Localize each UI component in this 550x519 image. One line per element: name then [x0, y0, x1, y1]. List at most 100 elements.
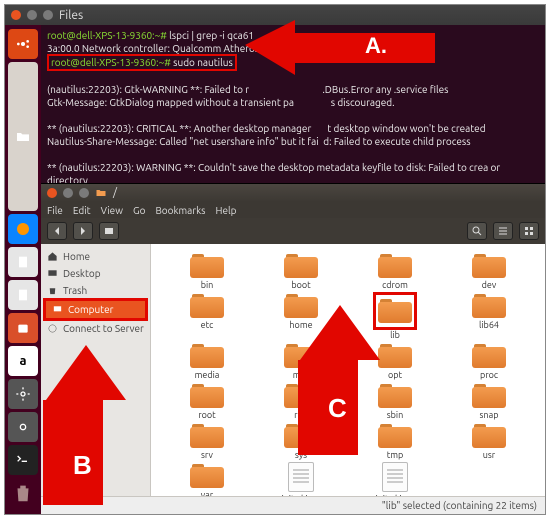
close-icon[interactable]: [11, 10, 21, 20]
folder-label: boot: [291, 280, 310, 290]
sidebar-item-computer[interactable]: Computer: [46, 301, 145, 318]
folder-label: opt: [388, 370, 402, 380]
file-item[interactable]: initrd.img: [255, 462, 347, 496]
software-icon[interactable]: [8, 313, 38, 343]
places-sidebar: Home Desktop Trash Computer Connect to S…: [41, 244, 151, 496]
annotation-box-command: root@dell-XPS-13-9360:~# sudo nautilus: [47, 54, 237, 71]
folder-icon: [284, 252, 318, 278]
menu-help[interactable]: Help: [216, 205, 237, 216]
search-button[interactable]: [467, 222, 487, 240]
file-label: initrd.img: [281, 494, 320, 496]
window-titlebar: Files: [5, 5, 545, 25]
close-icon[interactable]: [47, 188, 57, 198]
folder-item[interactable]: srv: [161, 422, 253, 460]
folder-item[interactable]: home: [255, 292, 347, 340]
folder-icon: [472, 292, 506, 318]
folder-label: sbin: [387, 410, 404, 420]
folder-item[interactable]: boot: [255, 252, 347, 290]
folder-item[interactable]: opt: [349, 342, 441, 380]
sidebar-item-home[interactable]: Home: [41, 248, 150, 265]
folder-label: snap: [480, 410, 499, 420]
folder-icon: [190, 292, 224, 318]
folder-label: bin: [201, 280, 214, 290]
dash-icon[interactable]: [8, 29, 38, 59]
sidebar-item-trash[interactable]: Trash: [41, 282, 150, 299]
maximize-icon[interactable]: [43, 10, 53, 20]
amazon-icon[interactable]: a: [8, 346, 38, 376]
maximize-icon[interactable]: [79, 188, 89, 198]
folder-item[interactable]: cdrom: [349, 252, 441, 290]
folder-label: dev: [482, 280, 497, 290]
folder-label: media: [195, 370, 220, 380]
folder-icon: [378, 422, 412, 448]
sidebar-item-connect[interactable]: Connect to Server: [41, 320, 150, 337]
terminal-output: root@dell-XPS-13-9360:~# lspci | grep -i…: [41, 25, 545, 183]
file-label: initrd.img: [375, 494, 414, 496]
folder-label: usr: [483, 450, 495, 460]
file-item[interactable]: initrd.img: [349, 462, 441, 496]
folder-item[interactable]: sbin: [349, 382, 441, 420]
folder-label: etc: [201, 320, 214, 330]
folder-label: proc: [480, 370, 498, 380]
folder-icon: [378, 252, 412, 278]
menu-view[interactable]: View: [101, 205, 123, 216]
file-icon: [382, 462, 408, 492]
statusbar: "lib" selected (containing 22 items): [41, 496, 545, 514]
window-title: Files: [59, 9, 83, 22]
folder-item[interactable]: mnt: [255, 342, 347, 380]
minimize-icon[interactable]: [27, 10, 37, 20]
forward-button[interactable]: [73, 222, 93, 240]
folder-icon: [190, 462, 224, 488]
view-list-button[interactable]: [493, 222, 513, 240]
folder-icon: [378, 342, 412, 368]
annotation-box-lib: [373, 292, 417, 330]
annotation-box-computer: Computer: [43, 298, 148, 321]
file-pane[interactable]: bin boot cdrom dev etc home lib lib64 media mnt op…: [151, 244, 545, 496]
folder-item[interactable]: snap: [443, 382, 535, 420]
folder-item[interactable]: proc: [443, 342, 535, 380]
folder-item[interactable]: usr: [443, 422, 535, 460]
menu-edit[interactable]: Edit: [73, 205, 91, 216]
folder-item[interactable]: run: [255, 382, 347, 420]
folder-label: cdrom: [382, 280, 408, 290]
folder-item[interactable]: root: [161, 382, 253, 420]
view-grid-button[interactable]: [519, 222, 539, 240]
gear-icon[interactable]: [8, 412, 38, 442]
folder-icon: [284, 342, 318, 368]
folder-item[interactable]: lib: [349, 292, 441, 340]
menu-file[interactable]: File: [47, 205, 63, 216]
folder-label: lib: [390, 330, 400, 340]
folder-icon: [284, 292, 318, 318]
folder-label: home: [289, 320, 312, 330]
spreadsheet-icon[interactable]: [8, 280, 38, 310]
settings-icon[interactable]: [8, 379, 38, 409]
trash-icon[interactable]: [8, 478, 38, 508]
folder-icon: [472, 422, 506, 448]
folder-item[interactable]: etc: [161, 292, 253, 340]
minimize-icon[interactable]: [63, 188, 73, 198]
folder-item[interactable]: tmp: [349, 422, 441, 460]
menu-bookmarks[interactable]: Bookmarks: [155, 205, 205, 216]
path-button[interactable]: [99, 222, 119, 240]
folder-item[interactable]: dev: [443, 252, 535, 290]
folder-item[interactable]: media: [161, 342, 253, 380]
menu-go[interactable]: Go: [133, 205, 145, 216]
folder-icon: [472, 382, 506, 408]
folder-icon: [284, 422, 318, 448]
folder-label: root: [198, 410, 215, 420]
folder-item[interactable]: lib64: [443, 292, 535, 340]
folder-item[interactable]: bin: [161, 252, 253, 290]
folder-item[interactable]: sys: [255, 422, 347, 460]
unity-launcher: a: [5, 25, 41, 514]
folder-icon: [378, 382, 412, 408]
firefox-icon[interactable]: [8, 214, 38, 244]
document-icon[interactable]: [8, 247, 38, 277]
terminal-icon[interactable]: [8, 445, 38, 475]
sidebar-item-desktop[interactable]: Desktop: [41, 265, 150, 282]
back-button[interactable]: [47, 222, 67, 240]
files-icon[interactable]: [8, 62, 38, 211]
folder-item[interactable]: var: [161, 462, 253, 496]
folder-icon: [190, 422, 224, 448]
folder-icon: [190, 382, 224, 408]
folder-icon: [95, 187, 107, 199]
